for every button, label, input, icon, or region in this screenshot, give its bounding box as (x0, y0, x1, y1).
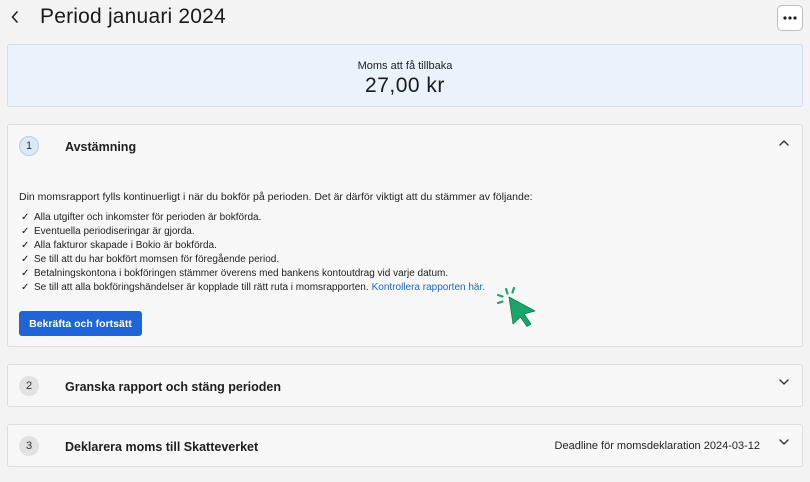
step-intro-text: Din momsrapport fylls kontinuerligt i nä… (19, 191, 533, 203)
chevron-down-icon[interactable] (778, 436, 790, 448)
step-number: 1 (19, 136, 39, 156)
page-title: Period januari 2024 (40, 5, 226, 28)
checklist-text: Betalningskontona i bokföringen stämmer … (34, 267, 449, 279)
deadline-text: Deadline för momsdeklaration 2024-03-12 (554, 440, 760, 452)
confirm-and-continue-button[interactable]: Bekräfta och fortsätt (19, 311, 142, 336)
step-title: Avstämning (65, 140, 137, 154)
checkmark-icon: ✓ (21, 253, 30, 265)
checklist-text: Alla utgifter och inkomster för perioden… (34, 211, 262, 223)
step-number: 2 (19, 376, 39, 396)
top-bar: Period januari 2024 (0, 0, 810, 38)
checklist-text: Se till att alla bokföringshändelser är … (34, 281, 369, 293)
checkmark-icon: ✓ (21, 281, 30, 293)
check-report-link[interactable]: Kontrollera rapporten här. (372, 282, 485, 293)
list-item: ✓ Eventuella periodiseringar är gjorda. (21, 224, 485, 238)
checkmark-icon: ✓ (21, 267, 30, 279)
reconciliation-checklist: ✓ Alla utgifter och inkomster för period… (21, 210, 485, 294)
more-options-button[interactable] (777, 5, 803, 31)
chevron-up-icon[interactable] (778, 137, 790, 149)
step-card-review-report[interactable]: 2 Granska rapport och stäng perioden (7, 364, 803, 407)
list-item: ✓ Alla utgifter och inkomster för period… (21, 210, 485, 224)
checkmark-icon: ✓ (21, 225, 30, 237)
summary-amount: 27,00 kr (365, 74, 445, 97)
chevron-down-icon[interactable] (778, 376, 790, 388)
ellipsis-icon (783, 16, 797, 20)
checklist-text: Se till att du har bokfört momsen för fö… (34, 253, 280, 265)
step-card-declare-vat[interactable]: 3 Deklarera moms till Skatteverket Deadl… (7, 424, 803, 467)
step-title: Granska rapport och stäng perioden (65, 380, 282, 394)
checklist-text: Alla fakturor skapade i Bokio är bokförd… (34, 239, 217, 251)
vat-summary-panel: Moms att få tillbaka 27,00 kr (7, 44, 803, 107)
checklist-text: Eventuella periodiseringar är gjorda. (34, 225, 195, 237)
summary-label: Moms att få tillbaka (357, 60, 453, 72)
step-number: 3 (19, 436, 39, 456)
list-item: ✓ Se till att du har bokfört momsen för … (21, 252, 485, 266)
chevron-left-icon (11, 11, 18, 23)
list-item: ✓ Betalningskontona i bokföringen stämme… (21, 266, 485, 280)
back-button[interactable] (6, 8, 24, 26)
checkmark-icon: ✓ (21, 239, 30, 251)
checkmark-icon: ✓ (21, 211, 30, 223)
step-card-reconciliation: 1 Avstämning Din momsrapport fylls konti… (7, 124, 803, 347)
list-item: ✓ Alla fakturor skapade i Bokio är bokfö… (21, 238, 485, 252)
list-item: ✓ Se till att alla bokföringshändelser ä… (21, 280, 485, 294)
step-title: Deklarera moms till Skatteverket (65, 440, 259, 454)
